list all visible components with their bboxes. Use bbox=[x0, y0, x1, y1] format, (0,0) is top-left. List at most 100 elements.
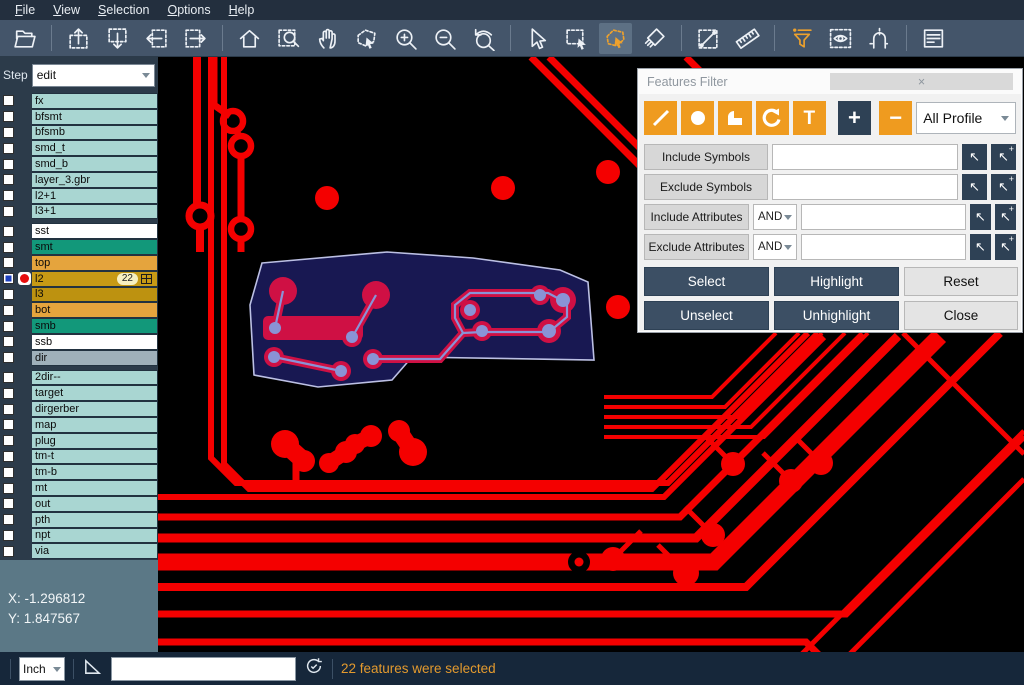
exclude-attributes-pick-button[interactable]: ↖ bbox=[970, 234, 991, 260]
exclude-symbols-input[interactable] bbox=[772, 174, 958, 200]
pan-left-icon[interactable] bbox=[140, 23, 173, 54]
zoom-out-icon[interactable] bbox=[428, 23, 461, 54]
layer-name[interactable]: bot bbox=[32, 302, 158, 318]
layer-row-smb[interactable]: smb bbox=[0, 318, 158, 334]
layer-row-smt[interactable]: smt bbox=[0, 239, 158, 255]
layer-visibility-checkbox[interactable] bbox=[3, 273, 14, 284]
dialog-close-button[interactable]: × bbox=[830, 73, 1013, 90]
pan-down-icon[interactable] bbox=[101, 23, 134, 54]
include-symbols-input[interactable] bbox=[772, 144, 958, 170]
filter-surface-button[interactable] bbox=[718, 101, 751, 135]
menu-item-view[interactable]: View bbox=[44, 1, 89, 19]
layer-name[interactable]: via bbox=[32, 543, 158, 559]
layer-visibility-checkbox[interactable] bbox=[3, 435, 14, 446]
units-select[interactable]: Inch bbox=[19, 657, 65, 681]
layer-visibility-checkbox[interactable] bbox=[3, 388, 14, 399]
layer-name[interactable]: smt bbox=[32, 239, 158, 255]
layer-row-sst[interactable]: sst bbox=[0, 223, 158, 239]
layer-row-2dir--[interactable]: 2dir-- bbox=[0, 370, 158, 386]
include-symbols-button[interactable]: Include Symbols bbox=[644, 144, 768, 170]
pan-right-icon[interactable] bbox=[179, 23, 212, 54]
layer-row-bot[interactable]: bot bbox=[0, 302, 158, 318]
layer-name[interactable]: target bbox=[32, 385, 158, 401]
layer-name[interactable]: pth bbox=[32, 512, 158, 528]
layer-row-dirgerber[interactable]: dirgerber bbox=[0, 401, 158, 417]
layer-row-top[interactable]: top bbox=[0, 255, 158, 271]
measure-points-icon[interactable] bbox=[692, 23, 725, 54]
layer-name[interactable]: tm-t bbox=[32, 449, 158, 465]
select-rect-icon[interactable] bbox=[560, 23, 593, 54]
layer-row-ssb[interactable]: ssb bbox=[0, 334, 158, 350]
layer-row-out[interactable]: out bbox=[0, 496, 158, 512]
layer-row-plug[interactable]: plug bbox=[0, 433, 158, 449]
menu-item-selection[interactable]: Selection bbox=[89, 1, 158, 19]
layer-row-l3[interactable]: l3 bbox=[0, 287, 158, 303]
include-attributes-pick-button[interactable]: ↖ bbox=[970, 204, 991, 230]
filter-arc-button[interactable] bbox=[756, 101, 789, 135]
layer-visibility-checkbox[interactable] bbox=[3, 404, 14, 415]
exclude-attributes-button[interactable]: Exclude Attributes bbox=[644, 234, 749, 260]
close-button[interactable]: Close bbox=[904, 301, 1018, 330]
angle-mode-icon[interactable] bbox=[82, 656, 103, 682]
layer-visibility-checkbox[interactable] bbox=[3, 467, 14, 478]
layer-visibility-checkbox[interactable] bbox=[3, 419, 14, 430]
exclude-attributes-input[interactable] bbox=[801, 234, 966, 260]
layer-name[interactable]: l3+1 bbox=[32, 204, 158, 220]
layer-visibility-checkbox[interactable] bbox=[3, 530, 14, 541]
exclude-attributes-pick-add-button[interactable]: ↖+ bbox=[995, 234, 1016, 260]
layer-row-l2[interactable]: l222 bbox=[0, 271, 158, 287]
select-polygon-icon[interactable] bbox=[599, 23, 632, 54]
layer-row-layer_3.gbr[interactable]: layer_3.gbr bbox=[0, 172, 158, 188]
filter-add-button[interactable]: + bbox=[838, 101, 871, 135]
layer-visibility-checkbox[interactable] bbox=[3, 498, 14, 509]
reset-button[interactable]: Reset bbox=[904, 267, 1018, 296]
layer-name[interactable]: l2+1 bbox=[32, 188, 158, 204]
highlight-button[interactable]: Highlight bbox=[774, 267, 899, 296]
layers-panel-icon[interactable] bbox=[917, 23, 950, 54]
exclude-symbols-pick-button[interactable]: ↖ bbox=[962, 174, 987, 200]
filter-remove-button[interactable]: − bbox=[879, 101, 912, 135]
layer-row-bfsmt[interactable]: bfsmt bbox=[0, 109, 158, 125]
layer-name[interactable]: 2dir-- bbox=[32, 370, 158, 386]
exclude-symbols-pick-add-button[interactable]: ↖+ bbox=[991, 174, 1016, 200]
view-options-icon[interactable] bbox=[824, 23, 857, 54]
include-symbols-pick-button[interactable]: ↖ bbox=[962, 144, 987, 170]
layer-visibility-checkbox[interactable] bbox=[3, 546, 14, 557]
layer-visibility-checkbox[interactable] bbox=[3, 514, 14, 525]
layer-name[interactable]: out bbox=[32, 496, 158, 512]
unhighlight-button[interactable]: Unhighlight bbox=[774, 301, 899, 330]
layer-visibility-checkbox[interactable] bbox=[3, 226, 14, 237]
menu-item-help[interactable]: Help bbox=[220, 1, 264, 19]
layer-name[interactable]: l3 bbox=[32, 287, 158, 303]
layer-row-bfsmb[interactable]: bfsmb bbox=[0, 125, 158, 141]
layer-name[interactable]: bfsmt bbox=[32, 109, 158, 125]
include-attributes-pick-add-button[interactable]: ↖+ bbox=[995, 204, 1016, 230]
layer-visibility-checkbox[interactable] bbox=[3, 483, 14, 494]
layer-visibility-checkbox[interactable] bbox=[3, 190, 14, 201]
select-button[interactable]: Select bbox=[644, 267, 769, 296]
layer-visibility-checkbox[interactable] bbox=[3, 174, 14, 185]
layer-visibility-checkbox[interactable] bbox=[3, 372, 14, 383]
layer-name[interactable]: dirgerber bbox=[32, 401, 158, 417]
layer-visibility-checkbox[interactable] bbox=[3, 143, 14, 154]
zoom-in-icon[interactable] bbox=[389, 23, 422, 54]
exclude-symbols-button[interactable]: Exclude Symbols bbox=[644, 174, 768, 200]
layer-name[interactable]: npt bbox=[32, 528, 158, 544]
layer-name[interactable]: smd_t bbox=[32, 140, 158, 156]
pan-hand-icon[interactable] bbox=[311, 23, 344, 54]
layer-row-target[interactable]: target bbox=[0, 385, 158, 401]
layer-row-tm-t[interactable]: tm-t bbox=[0, 449, 158, 465]
layer-row-smd_b[interactable]: smd_b bbox=[0, 156, 158, 172]
menu-item-file[interactable]: File bbox=[6, 1, 44, 19]
command-input[interactable] bbox=[111, 657, 296, 681]
layer-row-tm-b[interactable]: tm-b bbox=[0, 464, 158, 480]
layer-row-l2+1[interactable]: l2+1 bbox=[0, 188, 158, 204]
layer-row-map[interactable]: map bbox=[0, 417, 158, 433]
layer-row-l3+1[interactable]: l3+1 bbox=[0, 204, 158, 220]
layer-visibility-checkbox[interactable] bbox=[3, 95, 14, 106]
layer-name[interactable]: smb bbox=[32, 318, 158, 334]
refresh-icon[interactable] bbox=[304, 656, 324, 681]
layer-visibility-checkbox[interactable] bbox=[3, 159, 14, 170]
layer-visibility-checkbox[interactable] bbox=[3, 451, 14, 462]
layer-visibility-checkbox[interactable] bbox=[3, 127, 14, 138]
